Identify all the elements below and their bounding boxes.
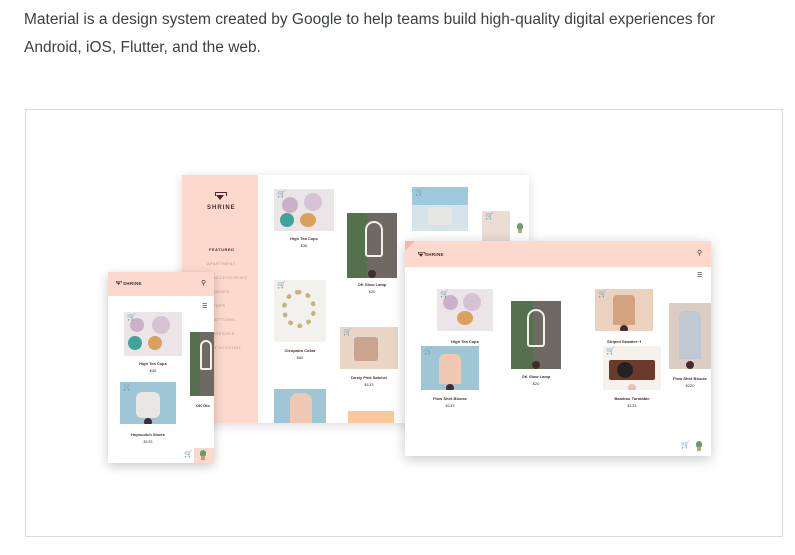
cart-icon: 🛒 xyxy=(485,213,494,220)
product-title: Flow Shirt Blouse xyxy=(433,396,467,401)
product-title: High Tea Cups xyxy=(290,236,318,241)
nav-item-dresses[interactable]: DRESSES xyxy=(212,331,235,336)
product-price: $133 xyxy=(445,403,455,408)
product-title: Dusty Pink Satchel xyxy=(350,375,387,380)
product-title: OK Glow Lamp xyxy=(521,374,551,379)
product-title: High Tea Cups xyxy=(139,361,167,366)
phone-app-bar: SHRINE ⚲ xyxy=(108,272,214,296)
product-image-blouse[interactable] xyxy=(669,303,711,369)
intro-line-1: Material is a design system created by G… xyxy=(24,11,715,28)
product-image-tea-cups[interactable]: 🛒 xyxy=(437,289,493,331)
nav-item-shoes[interactable]: SHOES xyxy=(213,289,230,294)
product-image-partial[interactable]: 🛒 xyxy=(482,211,510,241)
product-image-tea-cups[interactable]: 🛒 xyxy=(274,189,334,231)
cart-icon: 🛒 xyxy=(424,348,433,355)
product-title: High Tea Cups xyxy=(451,339,479,344)
product-image-partial[interactable] xyxy=(274,389,326,423)
product-title: Flow Shirt Blouse xyxy=(673,376,707,381)
product-image-satchel[interactable]: 🛒 xyxy=(340,327,398,369)
product-image-glow-lamp[interactable] xyxy=(347,213,397,278)
brand-name: SHRINE xyxy=(207,205,236,211)
product-title: Hopscotch Shoes xyxy=(131,432,165,437)
product-title: OK Glo xyxy=(196,403,210,408)
phone-mockup: SHRINE ⚲ ☰ 🛒 High Tea Cups $36 OK Glo 🛒 … xyxy=(108,272,214,463)
product-image-glow-lamp[interactable] xyxy=(190,332,214,396)
product-price: $133 xyxy=(627,403,637,408)
cart-icon: 🛒 xyxy=(343,329,352,336)
product-price: $220 xyxy=(685,383,695,388)
product-image-tea-cups[interactable]: 🛒 xyxy=(124,312,182,356)
intro-line-2: Android, iOS, Flutter, and the web. xyxy=(24,39,261,56)
cart-icon: 🛒 xyxy=(606,348,615,355)
nav-item-accessories[interactable]: ACCESSORIES xyxy=(213,275,247,280)
product-image-glow-lamp[interactable] xyxy=(511,301,561,369)
cart-icon[interactable]: 🛒 xyxy=(681,442,690,449)
product-image-partial[interactable] xyxy=(348,411,394,423)
product-price: $80 xyxy=(296,355,304,360)
plant-icon xyxy=(694,441,704,451)
cart-icon: 🛒 xyxy=(277,191,286,198)
cart-icon: 🛒 xyxy=(415,189,424,196)
diamond-logo-icon xyxy=(116,281,122,285)
plant-icon xyxy=(515,223,525,233)
filter-icon[interactable]: ☰ xyxy=(697,273,702,279)
diamond-logo-icon xyxy=(418,252,426,257)
cart-icon: 🛒 xyxy=(598,291,607,298)
diamond-logo-icon xyxy=(215,192,227,200)
cart-icon: 🛒 xyxy=(123,384,132,391)
search-icon[interactable]: ⚲ xyxy=(697,250,702,257)
cart-icon: 🛒 xyxy=(440,291,449,298)
intro-text: Material is a design system created by G… xyxy=(24,6,774,62)
plant-icon xyxy=(198,450,208,460)
product-title: Cleopatra Collar xyxy=(284,348,316,353)
product-price: $133 xyxy=(364,382,374,387)
nav-item-featured[interactable]: FEATURED xyxy=(209,247,234,252)
product-title: OK Glow Lamp xyxy=(357,282,387,287)
shrine-showcase-image: SHRINE FEATURED APARTMENT ACCESSORIES SH… xyxy=(25,109,783,537)
desktop-mockup: SHRINE ⚲ ☰ 🛒 High Tea Cups $36 OK Glow L… xyxy=(405,241,711,456)
product-title: Striped Sweater~f xyxy=(607,339,641,344)
brand-name: SHRINE xyxy=(425,252,444,257)
product-image-collar[interactable]: 🛒 xyxy=(274,280,326,342)
product-image-blouse-2[interactable]: 🛒 xyxy=(421,346,479,390)
search-icon[interactable]: ⚲ xyxy=(201,280,206,287)
product-image-turntable[interactable]: 🛒 xyxy=(603,346,661,390)
cart-icon: 🛒 xyxy=(277,282,286,289)
brand-name: SHRINE xyxy=(123,281,142,286)
cart-icon[interactable]: 🛒 xyxy=(184,451,193,458)
product-title: Bamboo Turntable xyxy=(614,396,650,401)
product-price: $133 xyxy=(143,439,153,444)
nav-item-apartment[interactable]: APARTMENT xyxy=(207,261,236,266)
nav-item-bottoms[interactable]: BOTTOMS xyxy=(212,317,235,322)
cart-icon: 🛒 xyxy=(127,314,136,321)
product-image-sweater[interactable]: 🛒 xyxy=(595,289,653,331)
product-price: $20 xyxy=(368,289,376,294)
product-price: $36 xyxy=(300,243,308,248)
filter-icon[interactable]: ☰ xyxy=(202,304,207,310)
nav-item-account[interactable]: MY ACCOUNT xyxy=(210,345,242,350)
product-image-hopscotch-shoes[interactable]: 🛒 xyxy=(120,382,176,424)
product-image-shoes[interactable]: 🛒 xyxy=(412,187,468,231)
app-bar-notch xyxy=(405,241,415,251)
product-price: $36 xyxy=(149,368,157,373)
desktop-app-bar: SHRINE ⚲ xyxy=(405,241,711,267)
nav-item-tops[interactable]: TOPS xyxy=(213,303,226,308)
product-price: $20 xyxy=(532,381,540,386)
